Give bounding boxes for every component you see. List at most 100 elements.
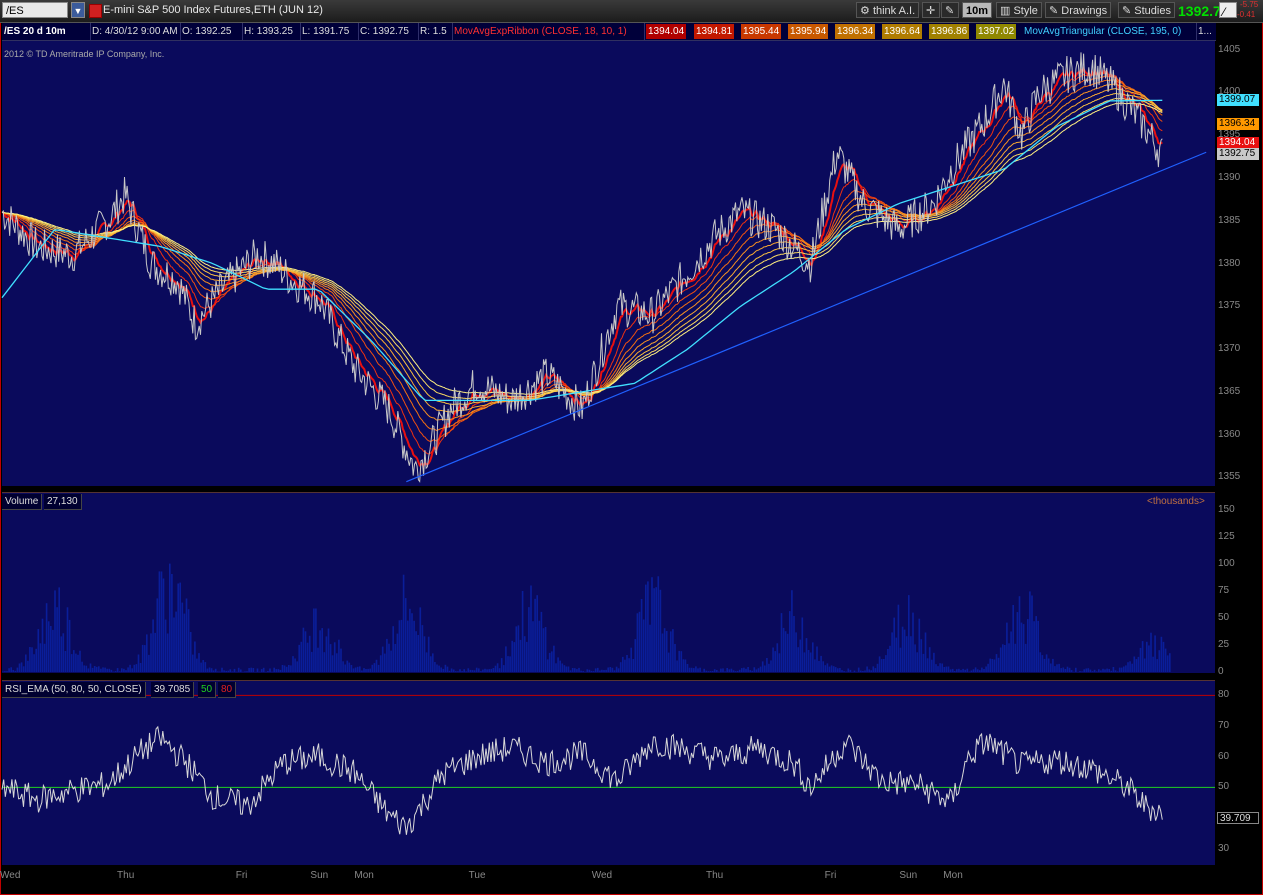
volume-bar — [634, 639, 637, 672]
volume-bar — [212, 670, 215, 672]
volume-bar — [225, 670, 227, 672]
volume-tick-label: 25 — [1218, 639, 1230, 650]
rsi-value: 39.7085 — [151, 682, 195, 698]
rsi-axis[interactable]: 80706050403039.709 — [1215, 680, 1261, 864]
volume-bar — [277, 669, 280, 672]
volume-bar — [843, 671, 845, 672]
volume-bar — [860, 670, 862, 672]
volume-bar — [331, 655, 334, 672]
volume-bar — [1020, 622, 1023, 672]
volume-bar — [755, 669, 758, 672]
volume-bar — [108, 668, 111, 672]
volume-axis[interactable]: 150 125 100 75 50 25 0 — [1215, 492, 1261, 677]
volume-bar — [214, 668, 217, 672]
volume-bar — [31, 647, 33, 672]
volume-bar — [1118, 667, 1121, 672]
volume-bar — [346, 660, 349, 672]
volume-bar — [759, 666, 762, 672]
volume-bar — [262, 667, 265, 672]
volume-bar — [269, 668, 271, 672]
volume-bar — [417, 635, 419, 672]
volume-bar — [645, 584, 647, 672]
drawing-toggle-button[interactable]: ⁄ — [1219, 2, 1237, 19]
volume-bar — [638, 611, 641, 672]
volume-bar — [396, 633, 399, 672]
rsi-tag: 39.709 — [1217, 812, 1259, 824]
volume-bar — [1008, 643, 1010, 672]
volume-bar — [292, 656, 294, 672]
volume-bar — [402, 574, 405, 672]
volume-bar — [273, 667, 275, 672]
volume-bar — [728, 669, 731, 672]
volume-bar — [206, 668, 209, 672]
volume-bar — [158, 571, 161, 672]
volume-bar — [937, 666, 939, 672]
volume-bar — [534, 598, 536, 672]
volume-bar — [931, 659, 933, 672]
volume-bar — [1087, 668, 1090, 672]
volume-bar — [404, 598, 407, 672]
volume-bar — [981, 667, 983, 672]
volume-bar — [127, 667, 129, 672]
volume-bar — [327, 628, 330, 672]
volume-bar — [33, 654, 35, 672]
volume-bar — [231, 671, 234, 672]
volume-bar — [874, 668, 877, 672]
volume-bar — [899, 647, 902, 672]
volume-bar — [89, 663, 92, 672]
day-label: Sun — [899, 870, 918, 881]
volume-bar — [609, 667, 612, 672]
volume-bar — [475, 667, 478, 672]
volume-bar — [933, 652, 935, 672]
volume-bar — [285, 666, 288, 672]
volume-bar — [58, 587, 60, 672]
volume-bar — [1024, 643, 1027, 672]
volume-bar — [288, 665, 290, 672]
volume-bar — [39, 643, 42, 672]
volume-bar — [43, 643, 46, 672]
rsi-label: RSI_EMA (50, 80, 50, CLOSE) — [2, 682, 146, 698]
volume-bar — [118, 671, 121, 672]
volume-bar — [93, 666, 96, 672]
volume-bar — [749, 670, 751, 672]
volume-bar — [87, 668, 90, 672]
volume-bar — [160, 571, 163, 672]
volume-bar — [730, 668, 733, 672]
volume-bar — [653, 588, 655, 672]
volume-tick-label: 125 — [1218, 531, 1235, 542]
volume-bar — [918, 618, 921, 672]
volume-bar — [494, 665, 497, 672]
volume-bar — [187, 609, 190, 672]
volume-bar — [144, 645, 146, 672]
volume-bar — [467, 668, 470, 672]
volume-bar — [486, 669, 488, 672]
volume-bar — [35, 648, 37, 672]
price-tick-label: 1405 — [1218, 43, 1241, 55]
volume-bar — [538, 620, 541, 672]
volume-bar — [62, 633, 65, 672]
price-tag: 1399.07 — [1217, 94, 1259, 107]
volume-bar — [227, 670, 230, 672]
volume-bar — [864, 670, 866, 672]
volume-bar — [409, 608, 411, 672]
volume-bar — [905, 636, 908, 672]
volume-bar — [45, 603, 48, 672]
volume-bar — [1037, 620, 1039, 672]
price-axis[interactable]: 1405 1400 1395 1390 1385 1380 1375 1370 1365 1360… — [1215, 41, 1261, 486]
volume-bar — [720, 668, 722, 672]
volume-bar — [663, 628, 666, 672]
volume-bar — [1162, 641, 1165, 672]
volume-bar — [716, 670, 718, 672]
volume-bar — [54, 590, 56, 672]
volume-bar — [743, 667, 745, 672]
time-axis[interactable]: Wed Thu Fri Sun Mon Tue Wed Thu Fri Sun Mon — [0, 866, 1215, 892]
volume-bar — [688, 667, 691, 672]
volume-bar — [567, 666, 570, 672]
volume-bar — [713, 669, 716, 672]
ribbon-line — [2, 97, 1163, 400]
volume-bar — [1031, 595, 1033, 672]
volume-bar — [394, 644, 397, 672]
volume-bar — [1133, 656, 1136, 672]
volume-bar — [1108, 669, 1110, 672]
volume-bar — [732, 670, 735, 672]
